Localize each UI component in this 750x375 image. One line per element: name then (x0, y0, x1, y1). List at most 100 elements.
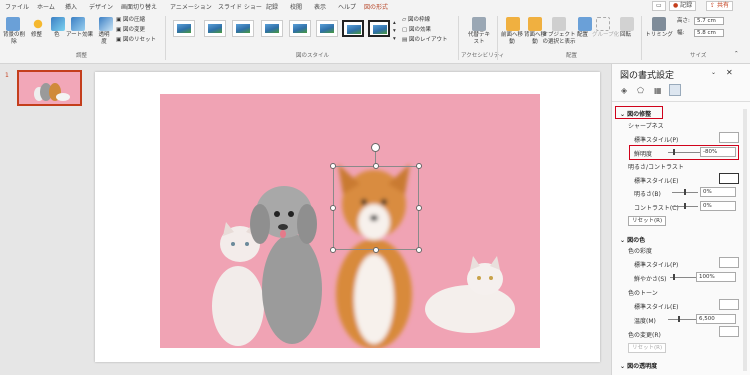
picture-style-4[interactable] (261, 20, 283, 37)
record-label: 記録 (680, 2, 693, 9)
remove-background-button[interactable]: 背景の削除 (2, 32, 26, 46)
tab-animations[interactable]: アニメーション (170, 2, 212, 11)
styles-more-icon[interactable]: ▾ (393, 36, 396, 43)
selection-pane-icon[interactable] (552, 17, 566, 31)
alt-text-button[interactable]: 代替テキスト (466, 32, 492, 46)
tone-preset-dropdown[interactable] (719, 299, 739, 310)
saturation-preset-dropdown[interactable] (719, 257, 739, 268)
size-properties-icon[interactable]: ▦ (654, 86, 662, 95)
effects-icon[interactable]: ⬠ (637, 86, 644, 95)
color-button[interactable]: 色 (54, 32, 60, 39)
resize-handle[interactable] (330, 163, 336, 169)
tab-file[interactable]: ファイル (5, 2, 29, 11)
record-button[interactable]: ● 記録 (669, 1, 697, 11)
tab-review[interactable]: 校閲 (290, 2, 302, 11)
reset-picture-button[interactable]: ▣ 図のリセット (116, 37, 156, 44)
brightness-slider-thumb[interactable] (684, 189, 686, 195)
picture-style-3[interactable] (232, 20, 254, 37)
width-input[interactable]: 5.8 cm (694, 29, 724, 37)
styles-scroll-up-icon[interactable]: ▴ (393, 20, 396, 27)
tab-slideshow[interactable]: スライド ショー (218, 2, 262, 11)
transparency-button[interactable]: 透明度 (97, 32, 111, 46)
fill-line-icon[interactable]: ◈ (621, 86, 627, 95)
reset-corrections-button[interactable]: リセット(R) (628, 216, 667, 226)
crop-icon[interactable] (652, 17, 666, 31)
group-objects-icon[interactable] (596, 17, 610, 31)
reset-color-button[interactable]: リセット(R) (628, 343, 667, 353)
picture-style-5[interactable] (289, 20, 311, 37)
bring-forward-button[interactable]: 前面へ移動 (500, 32, 524, 46)
picture-layout-label: 図のレイアウト (408, 37, 448, 43)
saturation-input[interactable]: 100% (696, 272, 736, 282)
tab-view[interactable]: 表示 (314, 2, 326, 11)
sharpness-input[interactable]: -80% (700, 147, 736, 157)
share-button[interactable]: ⇪ 共有 (706, 1, 733, 11)
bc-preset-dropdown[interactable] (719, 173, 739, 184)
resize-handle[interactable] (416, 163, 422, 169)
alt-text-icon[interactable] (472, 17, 486, 31)
resize-handle[interactable] (330, 205, 336, 211)
styles-scroll-down-icon[interactable]: ▾ (393, 28, 396, 35)
crop-button[interactable]: トリミング (645, 32, 673, 39)
tab-home[interactable]: ホーム (37, 2, 55, 11)
rotate-icon[interactable] (620, 17, 634, 31)
height-input[interactable]: 5.7 cm (694, 17, 724, 25)
picture-style-2[interactable] (204, 20, 226, 37)
resize-handle[interactable] (373, 163, 379, 169)
picture-style-8[interactable] (368, 20, 390, 37)
picture-border-button[interactable]: ▱ 図の枠線 (402, 17, 430, 24)
collapse-ribbon-icon[interactable]: ⌃ (734, 51, 739, 58)
selection-pane-button[interactable]: オブジェクトの選択と表示 (541, 32, 577, 46)
section-color-header[interactable]: ⌄ 図の色 (620, 235, 645, 244)
tab-transitions[interactable]: 画面切り替え (121, 2, 157, 11)
saturation-slider-thumb[interactable] (673, 274, 675, 280)
align-icon[interactable] (578, 17, 592, 31)
temperature-slider[interactable] (668, 319, 696, 320)
picture-layout-button[interactable]: ▤ 図のレイアウト (402, 37, 447, 44)
artistic-effects-icon[interactable] (71, 17, 85, 31)
change-picture-button[interactable]: ▣ 図の変更 (116, 27, 145, 34)
remove-background-icon[interactable] (6, 17, 20, 31)
corrections-icon[interactable] (31, 17, 45, 31)
recolor-dropdown[interactable] (719, 326, 739, 337)
resize-handle[interactable] (416, 205, 422, 211)
temperature-slider-thumb[interactable] (678, 316, 680, 322)
rotate-button[interactable]: 回転 (620, 32, 631, 39)
section-corrections-header[interactable]: ⌄ 図の修整 (620, 109, 651, 118)
comment-button[interactable]: ▭ (652, 1, 666, 11)
send-backward-icon[interactable] (528, 17, 542, 31)
contrast-input[interactable]: 0% (700, 201, 736, 211)
section-transparency-header[interactable]: ⌄ 図の透明度 (620, 361, 657, 370)
resize-handle[interactable] (416, 247, 422, 253)
close-icon[interactable]: ✕ (726, 68, 733, 77)
rotate-handle-icon[interactable] (371, 143, 380, 152)
slide-thumbnail[interactable] (17, 70, 82, 106)
picture-effects-button[interactable]: ▢ 図の効果 (402, 27, 431, 34)
sharpness-preset-dropdown[interactable] (719, 132, 739, 143)
picture-style-7[interactable] (342, 20, 364, 37)
artistic-effects-button[interactable]: アート効果 (66, 32, 93, 39)
pane-scrollbar[interactable] (743, 109, 747, 371)
resize-handle[interactable] (373, 247, 379, 253)
sharpness-slider-thumb[interactable] (673, 149, 675, 155)
tab-record[interactable]: 記録 (266, 2, 278, 11)
align-button[interactable]: 配置 (577, 32, 588, 39)
picture-style-6[interactable] (316, 20, 338, 37)
transparency-icon[interactable] (99, 17, 113, 31)
temperature-input[interactable]: 6,500 (696, 314, 736, 324)
tab-design[interactable]: デザイン (89, 2, 113, 11)
bring-forward-icon[interactable] (506, 17, 520, 31)
tab-insert[interactable]: 挿入 (65, 2, 77, 11)
picture-style-1[interactable] (173, 20, 195, 37)
color-icon[interactable] (51, 17, 65, 31)
brightness-input[interactable]: 0% (700, 187, 736, 197)
picture-tab-icon[interactable] (669, 84, 681, 96)
selection-frame[interactable] (333, 166, 419, 250)
tab-help[interactable]: ヘルプ (338, 2, 356, 11)
compress-pictures-button[interactable]: ▣ 図の圧縮 (116, 17, 145, 24)
corrections-button[interactable]: 修整 (31, 32, 42, 39)
pane-options-icon[interactable]: ⌄ (711, 69, 716, 76)
contrast-slider-thumb[interactable] (684, 203, 686, 209)
resize-handle[interactable] (330, 247, 336, 253)
group-objects-button[interactable]: グループ化 (592, 32, 619, 39)
